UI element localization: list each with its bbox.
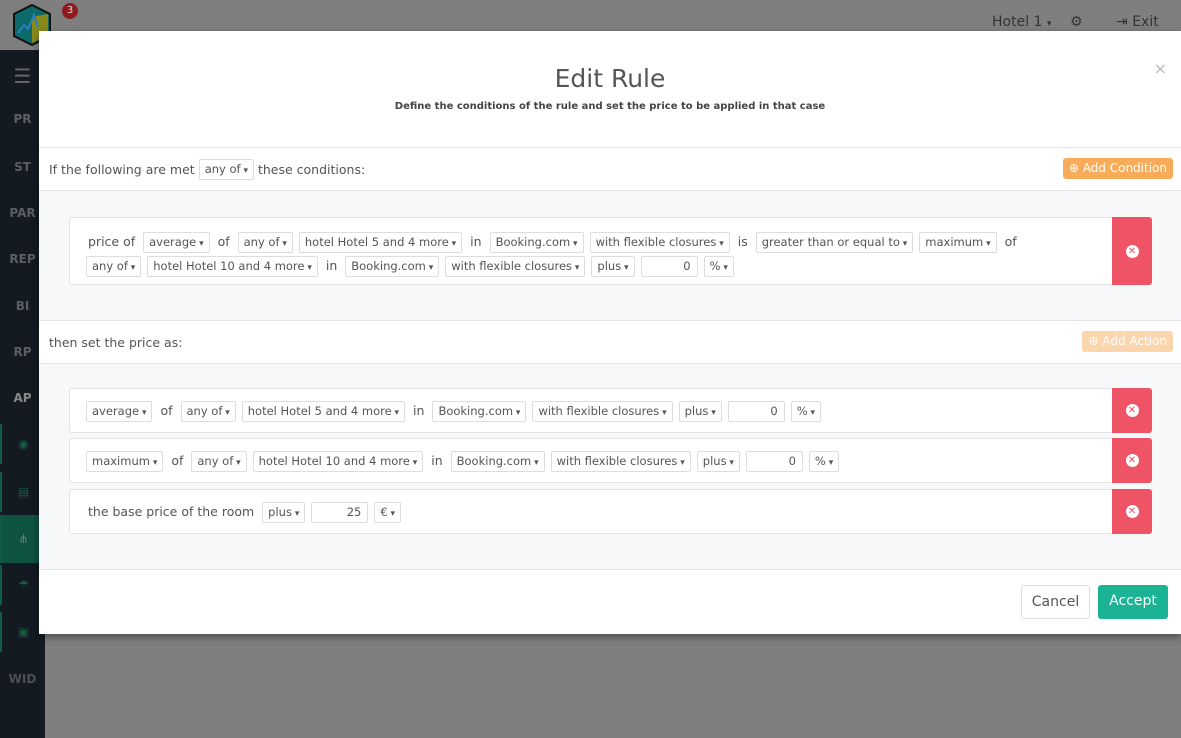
- dropdown-select[interactable]: Booking.com: [432, 401, 527, 422]
- delete-row-button[interactable]: ✕: [1112, 438, 1152, 483]
- add-condition-label: Add Condition: [1082, 161, 1167, 175]
- dropdown-select[interactable]: hotel Hotel 10 and 4 more: [147, 256, 318, 277]
- dropdown-select[interactable]: any of: [191, 451, 247, 472]
- conditions-area: price of average of any of hotel Hotel 5…: [39, 190, 1181, 320]
- action-row: average of any of hotel Hotel 5 and 4 mo…: [69, 388, 1152, 433]
- dropdown-select[interactable]: average: [86, 401, 153, 422]
- caret-down-icon: ▾: [1046, 19, 1052, 29]
- row-content: average of any of hotel Hotel 5 and 4 mo…: [70, 389, 1151, 423]
- row-text: of: [171, 453, 184, 468]
- dropdown-select[interactable]: any of: [180, 401, 236, 422]
- dropdown-select[interactable]: greater than or equal to: [755, 232, 914, 253]
- value-input[interactable]: 0: [640, 256, 698, 277]
- dropdown-select[interactable]: %: [703, 256, 734, 277]
- dropdown-select[interactable]: €: [374, 502, 402, 523]
- dropdown-select[interactable]: plus: [678, 401, 722, 422]
- sign-out-icon: ⇥: [1116, 14, 1128, 30]
- settings-icon[interactable]: ⚙: [1070, 14, 1083, 30]
- actions-area: average of any of hotel Hotel 5 and 4 mo…: [39, 363, 1181, 569]
- row-text: is: [737, 234, 748, 249]
- cancel-button[interactable]: Cancel: [1021, 585, 1090, 619]
- value-input[interactable]: 25: [311, 502, 369, 523]
- delete-row-button[interactable]: ✕: [1112, 217, 1152, 285]
- hotel-selector-label: Hotel 1: [992, 14, 1043, 30]
- conditions-suffix: these conditions:: [257, 161, 366, 177]
- add-action-button[interactable]: ⊕ Add Action: [1082, 331, 1173, 352]
- value-input[interactable]: 0: [727, 401, 785, 422]
- exit-label: Exit: [1132, 14, 1159, 30]
- actions-header: then set the price as: ⊕ Add Action: [39, 320, 1181, 363]
- row-content: the base price of the room plus 25 €: [70, 490, 1151, 524]
- dropdown-select[interactable]: with flexible closures: [550, 451, 691, 472]
- dropdown-select[interactable]: any of: [86, 256, 142, 277]
- edit-rule-modal: Edit Rule Define the conditions of the r…: [39, 31, 1181, 634]
- modal-title: Edit Rule: [554, 64, 666, 93]
- row-content: price of average of any of hotel Hotel 5…: [70, 218, 1151, 278]
- dropdown-select[interactable]: maximum: [919, 232, 997, 253]
- times-circle-icon: ✕: [1125, 454, 1139, 467]
- dropdown-select[interactable]: plus: [696, 451, 740, 472]
- times-circle-icon: ✕: [1125, 404, 1139, 417]
- close-icon[interactable]: ×: [1154, 59, 1167, 78]
- dropdown-select[interactable]: Booking.com: [450, 451, 545, 472]
- dropdown-select[interactable]: hotel Hotel 5 and 4 more: [298, 232, 463, 253]
- value-input[interactable]: 0: [745, 451, 803, 472]
- dropdown-select[interactable]: hotel Hotel 5 and 4 more: [241, 401, 406, 422]
- dropdown-select[interactable]: %: [790, 401, 822, 422]
- exit-button[interactable]: ⇥ Exit: [1116, 14, 1159, 30]
- delete-row-button[interactable]: ✕: [1112, 489, 1152, 534]
- dropdown-select[interactable]: Booking.com: [489, 232, 584, 253]
- row-text: in: [431, 453, 443, 468]
- dropdown-select[interactable]: with flexible closures: [532, 401, 673, 422]
- row-text: in: [413, 403, 425, 418]
- condition-row: price of average of any of hotel Hotel 5…: [69, 217, 1152, 285]
- dropdown-select[interactable]: with flexible closures: [589, 232, 730, 253]
- row-content: maximum of any of hotel Hotel 10 and 4 m…: [70, 439, 1151, 473]
- dropdown-select[interactable]: plus: [591, 256, 635, 277]
- row-text: in: [325, 258, 338, 273]
- add-condition-button[interactable]: ⊕ Add Condition: [1062, 158, 1173, 179]
- notification-badge[interactable]: 3: [62, 3, 78, 19]
- hotel-selector[interactable]: Hotel 1 ▾: [992, 14, 1051, 30]
- row-text: of: [217, 234, 230, 249]
- times-circle-icon: ✕: [1125, 244, 1139, 258]
- dropdown-select[interactable]: with flexible closures: [445, 256, 586, 277]
- dropdown-select[interactable]: hotel Hotel 10 and 4 more: [252, 451, 424, 472]
- actions-label: then set the price as:: [49, 334, 183, 350]
- condition-mode-select[interactable]: any of: [198, 158, 254, 180]
- conditions-prefix: If the following are met: [49, 161, 195, 177]
- accept-button[interactable]: Accept: [1098, 585, 1168, 619]
- row-text: price of: [88, 234, 136, 249]
- action-row: the base price of the room plus 25 € ✕: [69, 489, 1152, 534]
- add-action-label: Add Action: [1102, 334, 1167, 348]
- dropdown-select[interactable]: maximum: [86, 451, 164, 472]
- action-row: maximum of any of hotel Hotel 10 and 4 m…: [69, 438, 1152, 483]
- row-text: of: [1004, 234, 1017, 249]
- dropdown-select[interactable]: %: [808, 451, 840, 472]
- dropdown-select[interactable]: any of: [237, 232, 293, 253]
- row-text: the base price of the room: [88, 504, 255, 519]
- dropdown-select[interactable]: average: [143, 232, 210, 253]
- dropdown-select[interactable]: Booking.com: [345, 256, 440, 277]
- delete-row-button[interactable]: ✕: [1112, 388, 1152, 433]
- conditions-header: If the following are met any of these co…: [39, 147, 1181, 190]
- modal-subtitle: Define the conditions of the rule and se…: [394, 101, 826, 112]
- times-circle-icon: ✕: [1125, 505, 1139, 518]
- dropdown-select[interactable]: plus: [262, 502, 306, 523]
- row-text: of: [160, 403, 173, 418]
- sidebar-item-wid[interactable]: WID: [0, 672, 45, 686]
- row-text: in: [470, 234, 482, 249]
